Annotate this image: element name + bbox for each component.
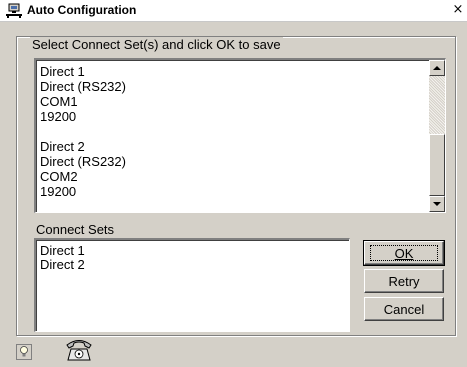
details-entry-port: COM2 [40, 169, 78, 184]
vertical-scrollbar[interactable] [429, 60, 445, 212]
retry-button[interactable]: Retry [364, 269, 444, 293]
details-entry-name: Direct 2 [40, 139, 85, 154]
lightbulb-icon[interactable] [16, 344, 32, 360]
auto-configuration-dialog: Auto Configuration × Select Connect Set(… [0, 0, 467, 367]
scroll-up-button[interactable] [429, 60, 445, 76]
connect-set-item[interactable]: Direct 2 [40, 258, 85, 272]
connect-set-item[interactable]: Direct 1 [40, 244, 85, 258]
title-bar: Auto Configuration × [0, 0, 467, 22]
details-entry-baud: 19200 [40, 109, 77, 124]
telephone-icon[interactable] [64, 336, 94, 362]
window-title: Auto Configuration [27, 3, 137, 17]
cancel-button[interactable]: Cancel [364, 297, 444, 321]
connect-sets-list[interactable]: Direct 1 Direct 2 [34, 238, 350, 332]
ok-focus: OK [370, 245, 438, 261]
connect-sets-label: Connect Sets [36, 222, 115, 237]
details-entry-port: COM1 [40, 94, 78, 109]
details-entry-baud: 19200 [40, 184, 77, 199]
network-computer-icon [6, 3, 22, 18]
details-entry[interactable]: Direct 1 Direct (RS232) COM1 19200 [40, 64, 126, 124]
cancel-label: Cancel [383, 301, 425, 317]
arrow-up-icon [433, 66, 441, 70]
scroll-down-button[interactable] [429, 196, 445, 212]
details-entry-name: Direct 1 [40, 64, 85, 79]
group-legend: Select Connect Set(s) and click OK to sa… [30, 37, 283, 52]
details-entry-type: Direct (RS232) [40, 79, 126, 94]
connect-set-details-list[interactable]: Direct 1 Direct (RS232) COM1 19200 Direct 2D… [34, 58, 446, 213]
details-content: Direct 1 Direct (RS232) COM1 19200 Direct 2D… [40, 64, 126, 214]
details-entry-type: Direct (RS232) [40, 154, 126, 169]
close-button[interactable]: × [451, 2, 465, 18]
details-entry[interactable]: Direct 2 Direct (RS232) COM2 19200 [40, 139, 126, 199]
scroll-thumb[interactable] [429, 134, 445, 196]
connect-sets-content: Direct 1 Direct 2 [40, 244, 85, 272]
retry-label: Retry [388, 273, 420, 289]
arrow-down-icon [433, 202, 441, 206]
ok-label: OK [394, 245, 414, 261]
ok-button[interactable]: OK [363, 240, 445, 266]
